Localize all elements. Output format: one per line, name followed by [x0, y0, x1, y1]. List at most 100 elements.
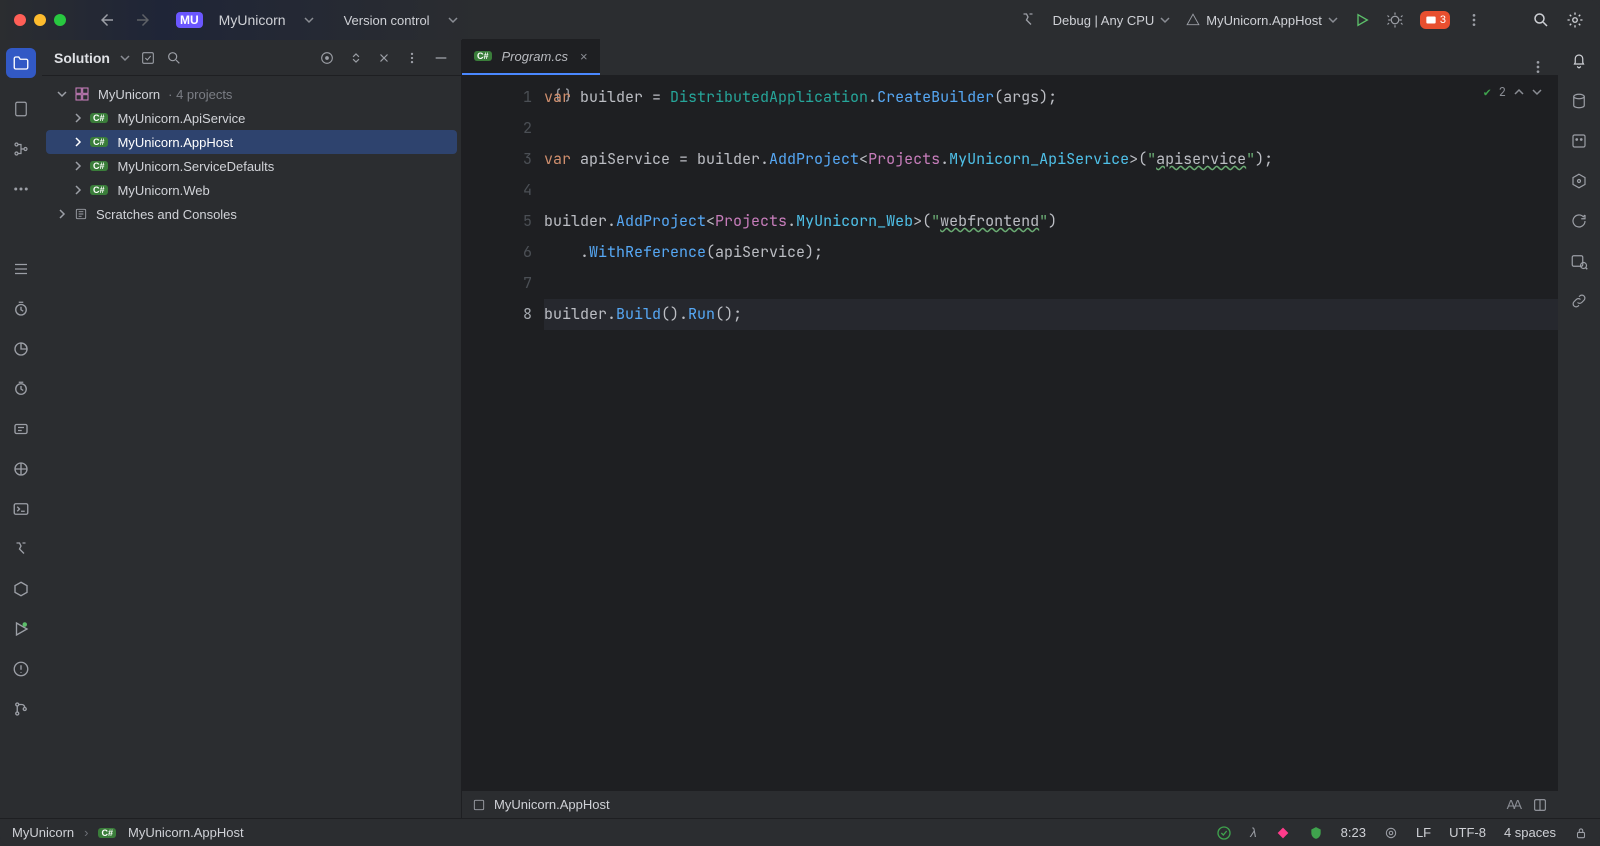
- project-node[interactable]: C# MyUnicorn.AppHost: [46, 130, 457, 154]
- vcs-tool-button[interactable]: [12, 700, 30, 718]
- nav-arrows: [98, 11, 152, 29]
- run-target-label: MyUnicorn.AppHost: [1206, 13, 1322, 28]
- project-node[interactable]: C# MyUnicorn.ServiceDefaults: [46, 154, 457, 178]
- close-tab-button[interactable]: ×: [580, 49, 588, 64]
- profiler-tool-button[interactable]: [12, 340, 30, 358]
- ai-tool-button[interactable]: [1570, 132, 1588, 150]
- readonly-icon[interactable]: [1384, 826, 1398, 840]
- chevron-up-icon: [1514, 87, 1524, 97]
- csharp-badge-icon: C#: [90, 161, 108, 171]
- debug-button[interactable]: [1386, 11, 1404, 29]
- check-icon: ✔: [1484, 84, 1491, 100]
- more-vertical-icon[interactable]: [1466, 12, 1482, 28]
- chevron-right-icon: [73, 137, 83, 147]
- solution-root-name: MyUnicorn: [98, 87, 160, 102]
- right-tool-strip: [1558, 40, 1600, 818]
- gutter: 12345678: [462, 76, 544, 790]
- cursor-position[interactable]: 8:23: [1341, 825, 1366, 840]
- csharp-badge-icon: C#: [90, 113, 108, 123]
- shield-icon[interactable]: [1309, 826, 1323, 840]
- coverage-tool-button[interactable]: [12, 380, 30, 398]
- reader-mode-button[interactable]: [1532, 797, 1548, 813]
- lock-icon[interactable]: [1574, 826, 1588, 840]
- link-tool-button[interactable]: [1570, 292, 1588, 310]
- hexagon-tool-button[interactable]: [12, 580, 30, 598]
- solution-panel-title[interactable]: Solution: [54, 50, 110, 66]
- problems-widget[interactable]: ✔ 2: [1484, 84, 1542, 100]
- hide-panel-button[interactable]: [433, 50, 449, 66]
- notifications-count: 3: [1440, 14, 1446, 26]
- encoding[interactable]: UTF-8: [1449, 825, 1486, 840]
- nav-back-button[interactable]: [98, 11, 116, 29]
- problems-tool-button[interactable]: [12, 660, 30, 678]
- minimize-window-button[interactable]: [34, 14, 46, 26]
- inspect-tool-button[interactable]: [1570, 252, 1588, 270]
- haskell-icon[interactable]: λ: [1250, 825, 1256, 840]
- run-config-dropdown[interactable]: Debug | Any CPU: [1053, 13, 1171, 28]
- editor-breadcrumb-bar: MyUnicorn.AppHost AA: [462, 790, 1558, 818]
- build-icon[interactable]: [1019, 11, 1037, 29]
- solution-search-button[interactable]: [166, 50, 182, 66]
- project-name: MyUnicorn.ApiService: [118, 111, 246, 126]
- project-tool-button[interactable]: [6, 48, 36, 78]
- jetbrains-icon[interactable]: [1275, 825, 1291, 841]
- todo-tool-button[interactable]: [12, 260, 30, 278]
- indent[interactable]: 4 spaces: [1504, 825, 1556, 840]
- code-editor[interactable]: 12345678 var builder = DistributedApplic…: [462, 76, 1558, 790]
- endpoints-tool-button[interactable]: [12, 460, 30, 478]
- project-node[interactable]: C# MyUnicorn.ApiService: [46, 106, 457, 130]
- chevron-down-icon: [57, 89, 67, 99]
- project-name: MyUnicorn.ServiceDefaults: [118, 159, 275, 174]
- solution-sync-button[interactable]: [140, 50, 156, 66]
- font-size-button[interactable]: AA: [1507, 797, 1520, 813]
- csharp-badge-icon: C#: [90, 137, 108, 147]
- nav-forward-button[interactable]: [134, 11, 152, 29]
- nuget-tool-button[interactable]: [1570, 172, 1588, 190]
- run-target-dropdown[interactable]: MyUnicorn.AppHost: [1186, 13, 1338, 28]
- run-button[interactable]: [1354, 12, 1370, 28]
- services-tool-button[interactable]: [12, 420, 30, 438]
- timer-tool-button[interactable]: [12, 300, 30, 318]
- editor-tabs: C# Program.cs ×: [462, 40, 1558, 76]
- structure-tool-button[interactable]: [12, 140, 30, 158]
- statusbar-crumb-leaf[interactable]: MyUnicorn.AppHost: [128, 825, 244, 840]
- refresh-tool-button[interactable]: [1570, 212, 1588, 230]
- settings-button[interactable]: [1566, 11, 1584, 29]
- editor-tab-filename: Program.cs: [502, 49, 568, 64]
- breadcrumb-label[interactable]: MyUnicorn.AppHost: [494, 797, 610, 812]
- tab-more-button[interactable]: [1530, 59, 1546, 75]
- database-tool-button[interactable]: [1570, 92, 1588, 110]
- editor-tab[interactable]: C# Program.cs ×: [462, 39, 600, 75]
- panel-options-button[interactable]: [405, 51, 419, 65]
- project-count: · 4 projects: [168, 87, 232, 102]
- csharp-badge-icon: C#: [98, 828, 116, 838]
- close-window-button[interactable]: [14, 14, 26, 26]
- chevron-right-icon: [73, 113, 83, 123]
- chevron-down-icon: [120, 53, 130, 63]
- project-name-dropdown[interactable]: MyUnicorn: [219, 12, 286, 28]
- select-opened-file-button[interactable]: [319, 50, 335, 66]
- terminal-tool-button[interactable]: [12, 500, 30, 518]
- scratches-node[interactable]: Scratches and Consoles: [46, 202, 457, 226]
- notifications-badge[interactable]: 3: [1420, 11, 1450, 29]
- more-tool-button[interactable]: [12, 180, 30, 198]
- chevron-down-icon: [304, 15, 314, 25]
- bookmarks-tool-button[interactable]: [12, 100, 30, 118]
- solution-root[interactable]: MyUnicorn · 4 projects: [46, 82, 457, 106]
- notifications-button[interactable]: [1570, 52, 1588, 70]
- collapse-all-button[interactable]: [377, 51, 391, 65]
- expand-all-button[interactable]: [349, 51, 363, 65]
- project-name: MyUnicorn.AppHost: [118, 135, 234, 150]
- solution-tree: MyUnicorn · 4 projects C# MyUnicorn.ApiSe…: [42, 76, 461, 232]
- version-control-dropdown[interactable]: Version control: [344, 13, 430, 28]
- run-tool-button[interactable]: [12, 620, 30, 638]
- line-ending[interactable]: LF: [1416, 825, 1431, 840]
- tools-tool-button[interactable]: [12, 540, 30, 558]
- maximize-window-button[interactable]: [54, 14, 66, 26]
- search-button[interactable]: [1532, 11, 1550, 29]
- status-ok-icon[interactable]: [1216, 825, 1232, 841]
- project-node[interactable]: C#MyUnicorn.Web: [46, 178, 457, 202]
- statusbar-crumb-root[interactable]: MyUnicorn: [12, 825, 74, 840]
- chevron-right-icon: [73, 185, 83, 195]
- code-content: var builder = DistributedApplication.Cre…: [544, 76, 1558, 790]
